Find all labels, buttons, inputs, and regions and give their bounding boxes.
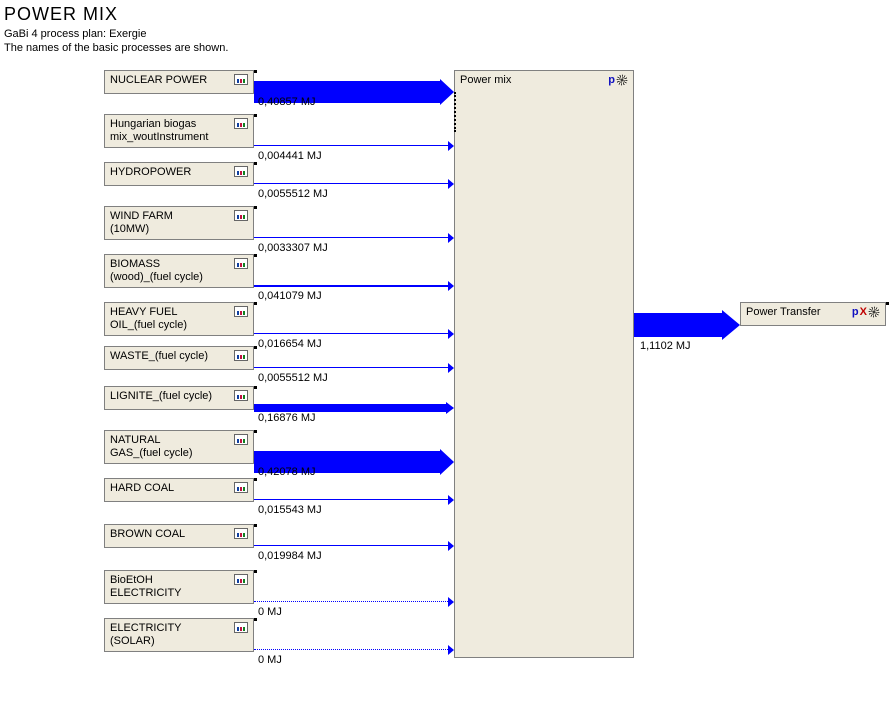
burst-icon — [617, 75, 628, 86]
x-icon: X — [860, 306, 867, 320]
flow-arrow — [254, 143, 454, 149]
port-dot — [254, 618, 257, 621]
chart-icon — [234, 434, 248, 445]
chart-icon — [234, 528, 248, 539]
chart-icon — [234, 118, 248, 129]
input-box-label: NUCLEAR POWER — [110, 74, 211, 88]
flow-arrow — [254, 283, 454, 289]
input-box[interactable]: LIGNITE_(fuel cycle) — [104, 386, 254, 410]
input-box[interactable]: BioEtOH ELECTRICITY — [104, 570, 254, 604]
chart-icon — [234, 390, 248, 401]
output-box-label: Power Transfer — [746, 306, 825, 320]
chart-icon — [234, 258, 248, 269]
port-dot — [886, 302, 889, 305]
input-box-label: ELECTRICITY (SOLAR) — [110, 622, 186, 650]
p-icon: p — [608, 74, 615, 88]
port-dot — [254, 524, 257, 527]
input-box-label: WIND FARM (10MW) — [110, 210, 177, 238]
central-box-power-mix[interactable]: Power mix p — [454, 70, 634, 658]
input-box-label: BIOMASS (wood)_(fuel cycle) — [110, 258, 207, 286]
flow-value: 0 MJ — [258, 606, 282, 618]
flow-value: 0,0055512 MJ — [258, 188, 328, 200]
input-box[interactable]: NUCLEAR POWER — [104, 70, 254, 94]
port-dot — [254, 254, 257, 257]
flow-arrow — [254, 543, 454, 549]
p-icon: p — [852, 306, 859, 320]
input-box[interactable]: HEAVY FUEL OIL_(fuel cycle) — [104, 302, 254, 336]
input-box[interactable]: WIND FARM (10MW) — [104, 206, 254, 240]
input-box-label: HARD COAL — [110, 482, 178, 496]
input-box[interactable]: WASTE_(fuel cycle) — [104, 346, 254, 370]
flow-arrow — [254, 181, 454, 187]
port-dot — [254, 206, 257, 209]
flow-arrow — [254, 497, 454, 503]
input-box[interactable]: BROWN COAL — [104, 524, 254, 548]
output-box-power-transfer[interactable]: Power Transfer p X — [740, 302, 886, 326]
flow-value: 0,041079 MJ — [258, 290, 322, 302]
flow-value: 0,019984 MJ — [258, 550, 322, 562]
port-dot — [254, 430, 257, 433]
flow-value: 0 MJ — [258, 654, 282, 666]
port-dot — [254, 302, 257, 305]
input-box-label: HEAVY FUEL OIL_(fuel cycle) — [110, 306, 191, 334]
input-box[interactable]: HARD COAL — [104, 478, 254, 502]
input-box[interactable]: HYDROPOWER — [104, 162, 254, 186]
output-value: 1,1102 MJ — [640, 340, 691, 352]
input-box[interactable]: BIOMASS (wood)_(fuel cycle) — [104, 254, 254, 288]
diagram-canvas: Power mix p NUCLEAR POWER 0,40857 MJ Hun… — [4, 62, 891, 722]
page-title: POWER MIX — [4, 4, 891, 25]
flow-value: 0,016654 MJ — [258, 338, 322, 350]
flow-arrow — [254, 599, 454, 605]
input-box[interactable]: ELECTRICITY (SOLAR) — [104, 618, 254, 652]
flow-arrow — [254, 331, 454, 337]
flow-value: 0,42078 MJ — [258, 466, 315, 478]
flow-value: 0,0055512 MJ — [258, 372, 328, 384]
chart-icon — [234, 210, 248, 221]
flow-value: 0,004441 MJ — [258, 150, 322, 162]
port-dot — [254, 346, 257, 349]
input-box-label: Hungarian biogas mix_woutInstrument — [110, 118, 212, 146]
output-arrow — [634, 310, 740, 340]
flow-arrow — [254, 647, 454, 653]
port-dot — [254, 162, 257, 165]
chart-icon — [234, 166, 248, 177]
chart-icon — [234, 350, 248, 361]
port-dot — [254, 70, 257, 73]
chart-icon — [234, 306, 248, 317]
central-box-label: Power mix — [460, 74, 515, 88]
page-subtitle-2: The names of the basic processes are sho… — [4, 41, 891, 55]
page-subtitle-1: GaBi 4 process plan: Exergie — [4, 27, 891, 41]
chart-icon — [234, 482, 248, 493]
port-dot — [254, 386, 257, 389]
flow-value: 0,0033307 MJ — [258, 242, 328, 254]
flow-value: 0,40857 MJ — [258, 96, 315, 108]
flow-value: 0,16876 MJ — [258, 412, 315, 424]
input-box-label: BROWN COAL — [110, 528, 189, 542]
input-box-label: LIGNITE_(fuel cycle) — [110, 390, 216, 404]
vertical-connector — [454, 92, 456, 132]
input-box-label: BioEtOH ELECTRICITY — [110, 574, 186, 602]
input-box-label: HYDROPOWER — [110, 166, 195, 180]
flow-arrow — [254, 404, 454, 412]
flow-arrow — [254, 235, 454, 241]
port-dot — [254, 478, 257, 481]
input-box-label: NATURAL GAS_(fuel cycle) — [110, 434, 197, 462]
port-dot — [254, 570, 257, 573]
flow-arrow — [254, 365, 454, 371]
input-box[interactable]: Hungarian biogas mix_woutInstrument — [104, 114, 254, 148]
flow-value: 0,015543 MJ — [258, 504, 322, 516]
input-box[interactable]: NATURAL GAS_(fuel cycle) — [104, 430, 254, 464]
input-box-label: WASTE_(fuel cycle) — [110, 350, 212, 364]
port-dot — [254, 114, 257, 117]
chart-icon — [234, 74, 248, 85]
burst-icon — [869, 307, 880, 318]
chart-icon — [234, 622, 248, 633]
chart-icon — [234, 574, 248, 585]
